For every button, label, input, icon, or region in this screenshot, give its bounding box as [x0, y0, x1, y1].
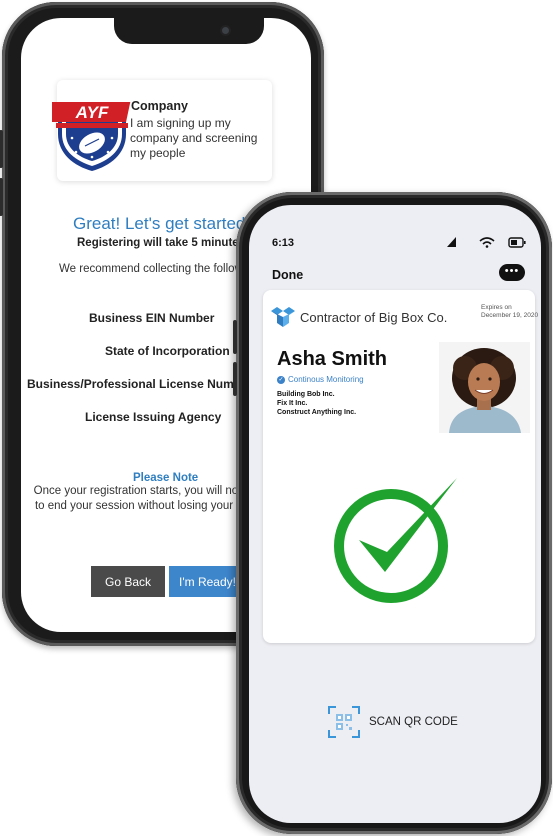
company-name: Fix It Inc. — [277, 400, 308, 407]
badge-screen: 6:13 Done ••• Contractor of Big Box Co. — [249, 205, 541, 823]
volume-button — [233, 320, 237, 354]
monitoring-status: ✓ Continous Monitoring — [277, 375, 364, 384]
volume-button — [0, 178, 3, 216]
page-subtitle: Registering will take 5 minutes — [77, 237, 246, 249]
front-phone: 6:13 Done ••• Contractor of Big Box Co. — [233, 192, 552, 834]
company-name: Construct Anything Inc. — [277, 409, 357, 416]
company-name: Building Bob Inc. — [277, 391, 335, 398]
phone-notch — [114, 18, 264, 44]
company-card-title: Company — [131, 99, 188, 113]
requirement-item: Business EIN Number — [89, 311, 215, 325]
volume-button — [0, 130, 3, 168]
requirement-item: License Issuing Agency — [85, 410, 222, 424]
check-badge-icon: ✓ — [277, 375, 285, 384]
battery-icon — [508, 237, 526, 248]
status-icons — [447, 237, 526, 248]
signal-icon — [447, 237, 456, 247]
requirement-item: State of Incorporation — [105, 344, 230, 358]
check-circle-icon — [334, 478, 457, 603]
page-title: Great! Let's get started — [73, 214, 246, 233]
note-title: Please Note — [133, 472, 199, 484]
qr-code-icon — [328, 706, 360, 738]
status-time: 6:13 — [272, 237, 295, 249]
contractor-badge: Contractor of Big Box Co. Expires on Dec… — [263, 290, 538, 643]
svg-text:AYF: AYF — [75, 103, 109, 122]
holder-name: Asha Smith — [277, 348, 388, 370]
expiry-date: Expires on December 19, 2020 — [481, 304, 539, 319]
holder-photo — [439, 342, 530, 433]
scan-qr-label: SCAN QR CODE — [369, 716, 458, 728]
company-card-description: I am signing up my company and screening… — [130, 116, 258, 160]
dropbox-icon — [271, 307, 295, 327]
camera-icon — [222, 27, 229, 34]
more-icon[interactable]: ••• — [499, 264, 525, 281]
done-button[interactable]: Done — [272, 268, 303, 282]
scan-qr-button[interactable]: SCAN QR CODE — [327, 705, 487, 741]
go-back-button[interactable]: Go Back — [91, 566, 165, 597]
ayf-logo-icon: AYF — [52, 102, 131, 171]
volume-button — [233, 362, 237, 396]
company-option-card[interactable]: AYF Company I am signing up my company a… — [52, 80, 272, 181]
contractor-of-label: Contractor of Big Box Co. — [300, 310, 448, 325]
wifi-icon — [479, 237, 495, 248]
requirement-item: Business/Professional License Number — [27, 377, 253, 391]
monitoring-label: Continous Monitoring — [288, 375, 364, 384]
